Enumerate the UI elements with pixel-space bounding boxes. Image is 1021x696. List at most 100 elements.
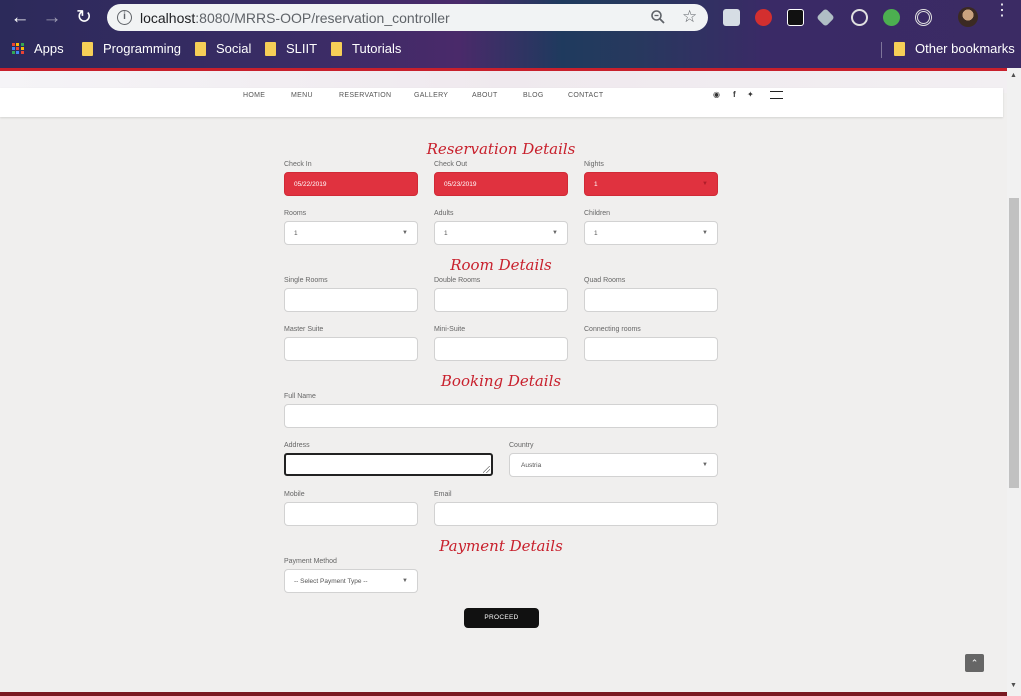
info-icon[interactable]: i [117, 10, 132, 25]
nav-home[interactable]: HOME [243, 92, 265, 99]
mobile-label: Mobile [284, 491, 305, 498]
scroll-down-icon[interactable]: ▼ [1010, 682, 1017, 689]
address-bar[interactable]: i localhost:8080/MRRS-OOP/reservation_co… [107, 4, 708, 31]
email-label: Email [434, 491, 452, 498]
extension-tool-icon[interactable] [816, 8, 835, 27]
nav-reservation[interactable]: RESERVATION [339, 92, 391, 99]
nights-label: Nights [584, 161, 604, 168]
scroll-to-top-icon[interactable]: ⌃ [965, 654, 984, 672]
nav-menu[interactable]: MENU [291, 92, 313, 99]
browser-toolbar: ← → ↻ i localhost:8080/MRRS-OOP/reservat… [0, 0, 1021, 35]
adults-label: Adults [434, 210, 454, 217]
bookmark-sliit[interactable]: SLIIT [265, 41, 317, 56]
country-value: Austria [521, 462, 542, 469]
quad-rooms-label: Quad Rooms [584, 277, 626, 284]
bookmark-social[interactable]: Social [195, 41, 251, 56]
master-suite-input[interactable] [284, 337, 418, 361]
scroll-up-icon[interactable]: ▲ [1010, 72, 1017, 79]
address-textarea[interactable] [284, 453, 493, 476]
page-scrollbar[interactable]: ▲ ▼ [1007, 68, 1021, 696]
chevron-down-icon: ▼ [702, 181, 708, 187]
mobile-input[interactable] [284, 502, 418, 526]
double-rooms-input[interactable] [434, 288, 568, 312]
facebook-icon[interactable]: f [733, 90, 736, 99]
children-select[interactable]: 1 ▼ [584, 221, 718, 245]
adults-value: 1 [444, 230, 448, 237]
check-out-label: Check Out [434, 161, 468, 168]
nav-blog[interactable]: BLOG [523, 92, 544, 99]
bookmark-label: Apps [34, 41, 64, 56]
payment-method-value: -- Select Payment Type -- [294, 578, 368, 585]
extension-shield-icon[interactable] [755, 9, 772, 26]
nights-select[interactable]: 1 ▼ [584, 172, 718, 196]
url-host: localhost [140, 10, 196, 26]
resize-handle-icon[interactable] [483, 466, 490, 473]
check-out-field[interactable]: 05/23/2019 [434, 172, 568, 196]
extension-cube-icon[interactable] [723, 9, 740, 26]
folder-icon [894, 41, 905, 56]
connecting-rooms-label: Connecting rooms [584, 326, 641, 333]
twitter-icon[interactable]: ✦ [747, 90, 754, 99]
reload-icon[interactable]: ↻ [73, 7, 95, 29]
full-name-label: Full Name [284, 393, 316, 400]
double-rooms-label: Double Rooms [434, 277, 481, 284]
full-name-input[interactable] [284, 404, 718, 428]
chevron-down-icon: ▼ [402, 578, 408, 584]
browser-chrome: ← → ↻ i localhost:8080/MRRS-OOP/reservat… [0, 0, 1021, 68]
bookmark-star-icon[interactable]: ☆ [682, 7, 697, 27]
nav-about[interactable]: ABOUT [472, 92, 498, 99]
footer-strip [0, 692, 1007, 696]
address-label: Address [284, 442, 310, 449]
folder-icon [82, 41, 93, 56]
extension-target-icon[interactable] [915, 9, 932, 26]
mini-suite-label: Mini-Suite [434, 326, 466, 333]
forward-icon[interactable]: → [41, 7, 63, 29]
tripadvisor-icon[interactable]: ◉ [713, 90, 720, 99]
extension-react-icon[interactable] [851, 9, 868, 26]
email-input[interactable] [434, 502, 718, 526]
proceed-button[interactable]: PROCEED [464, 608, 539, 628]
quad-rooms-input[interactable] [584, 288, 718, 312]
url-text[interactable]: localhost:8080/MRRS-OOP/reservation_cont… [140, 10, 450, 26]
nav-gallery[interactable]: GALLERY [414, 92, 448, 99]
connecting-rooms-input[interactable] [584, 337, 718, 361]
extension-globe-icon[interactable] [883, 9, 900, 26]
menu-kebab-icon[interactable]: ⋮ [994, 3, 1010, 19]
single-rooms-input[interactable] [284, 288, 418, 312]
mini-suite-input[interactable] [434, 337, 568, 361]
check-in-field[interactable]: 05/22/2019 [284, 172, 418, 196]
rooms-select[interactable]: 1 ▼ [284, 221, 418, 245]
profile-avatar[interactable] [958, 7, 978, 27]
bookmark-programming[interactable]: Programming [82, 41, 181, 56]
country-select[interactable]: Austria ▼ [509, 453, 718, 477]
scrollbar-thumb[interactable] [1009, 198, 1019, 488]
room-details-heading: Room Details [450, 256, 552, 274]
single-rooms-label: Single Rooms [284, 277, 328, 284]
bookmark-other[interactable]: Other bookmarks [894, 41, 1015, 56]
site-navigation: HOME MENU RESERVATION GALLERY ABOUT BLOG… [0, 88, 1003, 117]
back-icon[interactable]: ← [9, 7, 31, 29]
rooms-value: 1 [294, 230, 298, 237]
check-out-value: 05/23/2019 [444, 181, 477, 188]
children-value: 1 [594, 230, 598, 237]
bookmark-tutorials[interactable]: Tutorials [331, 41, 401, 56]
extension-jb-icon[interactable] [787, 9, 804, 26]
zoom-icon[interactable] [650, 9, 666, 25]
web-page: HOME MENU RESERVATION GALLERY ABOUT BLOG… [0, 68, 1007, 696]
booking-details-heading: Booking Details [440, 372, 562, 390]
hamburger-menu-icon[interactable] [770, 91, 783, 99]
bookmark-label: Social [216, 41, 252, 56]
folder-icon [331, 41, 342, 56]
bookmark-label: SLIIT [286, 41, 318, 56]
adults-select[interactable]: 1 ▼ [434, 221, 568, 245]
bookmark-apps[interactable]: Apps [12, 41, 64, 56]
bookmark-label: Programming [103, 41, 182, 56]
nav-contact[interactable]: CONTACT [568, 92, 603, 99]
payment-details-heading: Payment Details [439, 537, 563, 555]
master-suite-label: Master Suite [284, 326, 324, 333]
chevron-down-icon: ▼ [702, 462, 708, 468]
bookmarks-divider [881, 42, 882, 58]
payment-method-select[interactable]: -- Select Payment Type -- ▼ [284, 569, 418, 593]
bookmark-label: Other bookmarks [915, 41, 1015, 56]
nights-value: 1 [594, 181, 598, 188]
